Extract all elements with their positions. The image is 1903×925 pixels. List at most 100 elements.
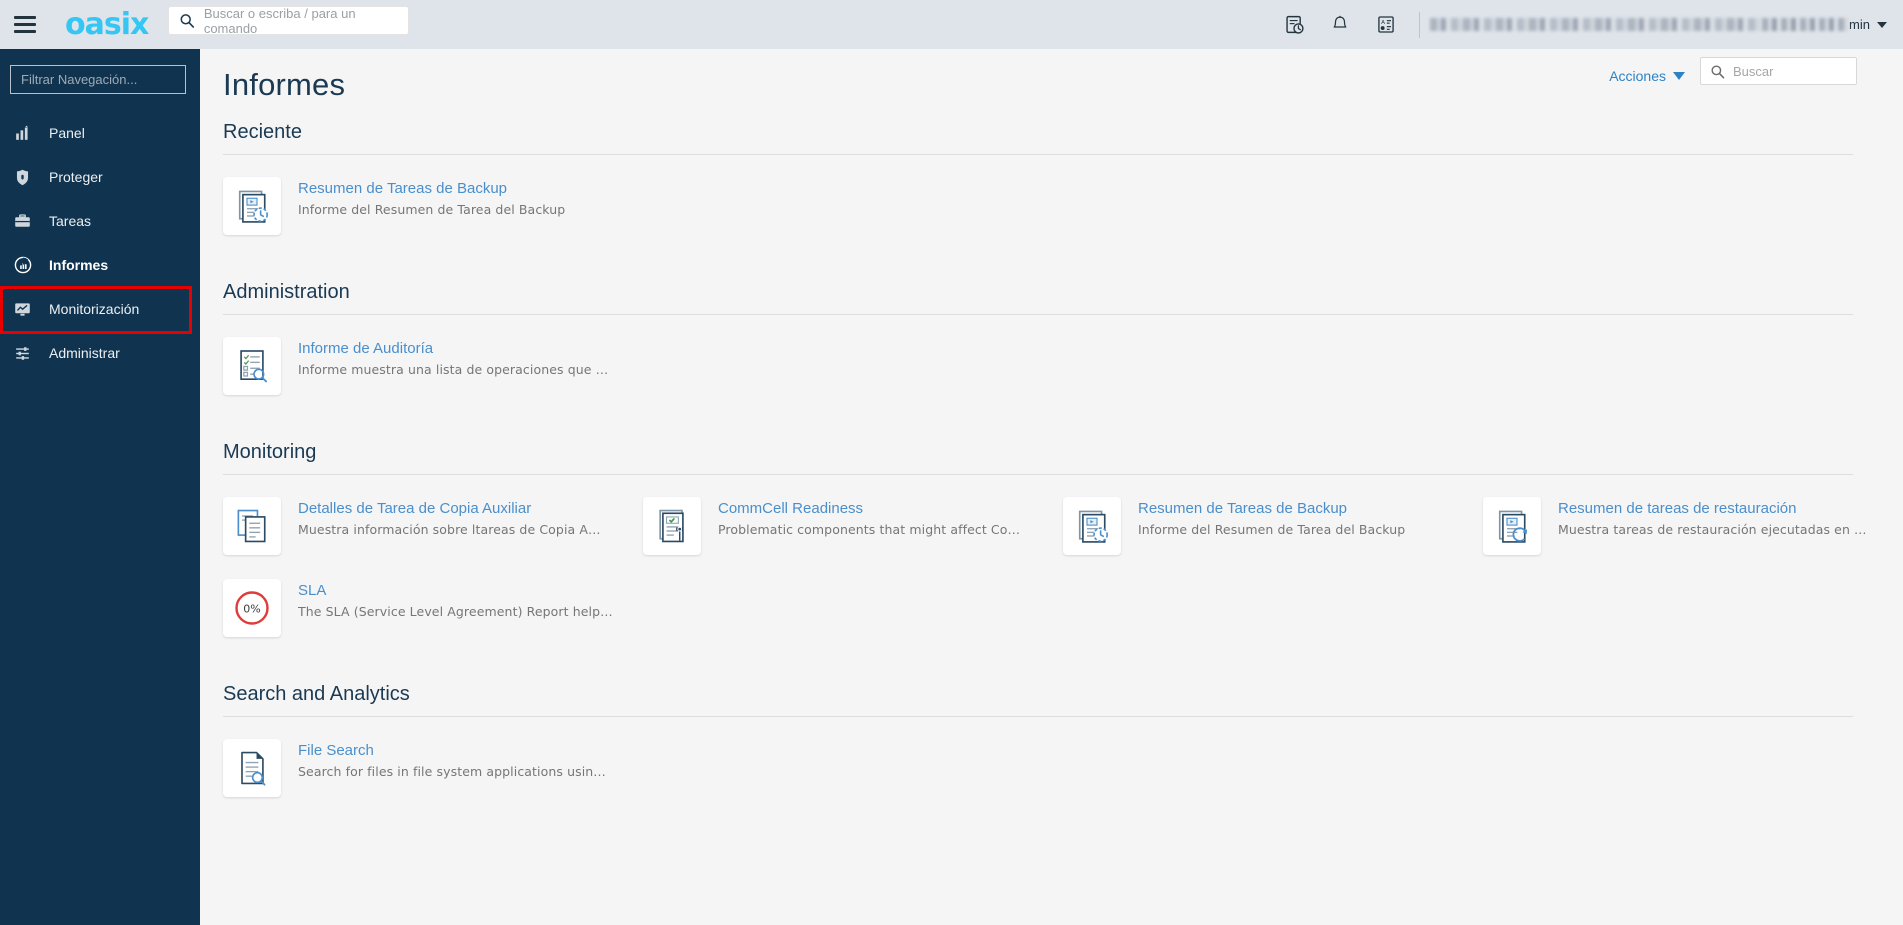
section-monitoring: Monitoring Detalles de Tarea de Copia Au…: [200, 441, 1903, 661]
hamburger-icon[interactable]: [0, 0, 50, 49]
bell-icon[interactable]: [1323, 8, 1357, 42]
app-header: oasix Buscar o escriba / para un comando: [0, 0, 1903, 49]
report-card-grid: Detalles de Tarea de Copia Auxiliar Mues…: [200, 475, 1903, 661]
sidebar-item-label: Informes: [49, 257, 109, 273]
page-header: Informes Acciones Buscar: [200, 49, 1903, 111]
report-card-body: Resumen de Tareas de Backup Informe del …: [1138, 497, 1405, 537]
section-search-analytics: Search and Analytics File Search Search …: [200, 683, 1903, 821]
actions-label: Acciones: [1609, 68, 1666, 84]
sla-percent-icon: 0%: [223, 579, 281, 637]
report-card[interactable]: File Search Search for files in file sys…: [223, 739, 643, 797]
report-card[interactable]: CommCell Readiness Problematic component…: [643, 497, 1063, 555]
scheduler-icon[interactable]: [1277, 8, 1311, 42]
sidebar-item-panel[interactable]: Panel: [0, 111, 200, 155]
report-card-desc: Muestra tareas de restauración ejecutada…: [1558, 521, 1867, 537]
report-card-desc: Problematic components that might affect…: [718, 521, 1021, 537]
report-card-body: Resumen de tareas de restauración Muestr…: [1558, 497, 1867, 537]
report-card[interactable]: Resumen de tareas de restauración Muestr…: [1483, 497, 1903, 555]
section-title: Reciente: [223, 121, 302, 143]
global-search-input[interactable]: Buscar o escriba / para un comando: [168, 5, 409, 36]
sidebar-item-administrar[interactable]: Administrar: [0, 331, 200, 375]
report-card-desc: Informe del Resumen de Tarea del Backup: [1138, 521, 1406, 537]
section-administration: Administration Informe de Auditoría Info…: [200, 281, 1903, 419]
main-content: Informes Acciones Buscar Reciente Resume…: [200, 49, 1903, 925]
chevron-down-icon: [1673, 72, 1685, 80]
report-chart-icon: [13, 255, 39, 275]
doc-search-icon: [223, 739, 281, 797]
reports-search-input[interactable]: Buscar: [1700, 57, 1857, 85]
report-card[interactable]: Detalles de Tarea de Copia Auxiliar Mues…: [223, 497, 643, 555]
doc-clock-icon: [1063, 497, 1121, 555]
report-card-body: CommCell Readiness Problematic component…: [718, 497, 1020, 537]
sidebar-item-label: Panel: [49, 125, 85, 141]
report-card[interactable]: 0% SLA The SLA (Service Level Agreement)…: [223, 579, 643, 637]
user-info-redacted: [1430, 18, 1761, 31]
search-icon: [1711, 64, 1725, 78]
nav-filter-placeholder: Filtrar Navegación...: [21, 72, 138, 87]
report-card-desc: Search for files in file system applicat…: [298, 763, 606, 779]
report-card-title[interactable]: Resumen de tareas de restauración: [1558, 500, 1867, 519]
shield-icon: [13, 168, 39, 187]
section-title: Administration: [223, 281, 350, 303]
sidebar-item-monitorizacion[interactable]: Monitorización: [0, 287, 200, 331]
doc-copy-icon: [223, 497, 281, 555]
search-icon: [180, 14, 195, 28]
report-card-body: Informe de Auditoría Informe muestra una…: [298, 337, 608, 377]
report-card-title[interactable]: Resumen de Tareas de Backup: [1138, 500, 1405, 519]
actions-dropdown[interactable]: Acciones: [1609, 68, 1685, 84]
report-card-grid: Informe de Auditoría Informe muestra una…: [200, 315, 1903, 419]
report-card-desc: Muestra información sobre ltareas de Cop…: [298, 521, 601, 537]
report-card-grid: File Search Search for files in file sys…: [200, 717, 1903, 821]
report-card-body: Detalles de Tarea de Copia Auxiliar Mues…: [298, 497, 601, 537]
page-title: Informes: [223, 67, 346, 102]
user-menu[interactable]: min: [1430, 17, 1903, 32]
tasks-list-icon[interactable]: A: [1369, 8, 1403, 42]
sidebar-item-label: Tareas: [49, 213, 92, 229]
app-logo[interactable]: oasix: [65, 9, 149, 40]
global-search-placeholder: Buscar o escriba / para un comando: [203, 5, 356, 36]
sidebar-nav-list: Panel Proteger Tareas Informes Monitoriz…: [0, 111, 200, 375]
sidebar-item-proteger[interactable]: Proteger: [0, 155, 200, 199]
sidebar-item-label: Proteger: [49, 169, 103, 185]
report-card-title[interactable]: Resumen de Tareas de Backup: [298, 180, 565, 199]
sidebar: Filtrar Navegación... Panel Proteger Tar…: [0, 49, 200, 925]
user-name-redacted: [1762, 18, 1849, 31]
section-title: Search and Analytics: [223, 683, 410, 705]
sidebar-item-informes[interactable]: Informes: [0, 243, 200, 287]
nav-filter-input[interactable]: Filtrar Navegación...: [10, 65, 186, 94]
session-timer-label: min: [1849, 17, 1870, 32]
report-card[interactable]: Informe de Auditoría Informe muestra una…: [223, 337, 643, 395]
section-reciente: Reciente Resumen de Tareas de Backup Inf…: [200, 121, 1903, 259]
doc-checklist-search-icon: [223, 337, 281, 395]
report-card-desc: Informe muestra una lista de operaciones…: [298, 361, 609, 377]
header-divider: [1419, 11, 1421, 38]
report-card-title[interactable]: CommCell Readiness: [718, 500, 1020, 519]
sidebar-item-label: Monitorización: [49, 301, 140, 317]
report-card-title[interactable]: Informe de Auditoría: [298, 340, 608, 359]
report-card-grid: Resumen de Tareas de Backup Informe del …: [200, 155, 1903, 259]
dashboard-icon: [13, 124, 39, 143]
report-card-body: Resumen de Tareas de Backup Informe del …: [298, 177, 565, 217]
sidebar-item-tareas[interactable]: Tareas: [0, 199, 200, 243]
sla-percent-value: 0%: [243, 603, 260, 616]
report-card[interactable]: Resumen de Tareas de Backup Informe del …: [1063, 497, 1483, 555]
chevron-down-icon[interactable]: [1877, 21, 1887, 28]
header-icon-group: A min: [1271, 0, 1903, 49]
doc-clock-icon: [223, 177, 281, 235]
briefcase-icon: [13, 212, 39, 231]
monitor-chart-icon: [13, 300, 39, 319]
doc-check-signal-icon: [643, 497, 701, 555]
report-card[interactable]: Resumen de Tareas de Backup Informe del …: [223, 177, 643, 235]
report-card-desc: Informe del Resumen de Tarea del Backup: [298, 201, 566, 217]
report-card-desc: The SLA (Service Level Agreement) Report…: [298, 603, 613, 619]
report-card-title[interactable]: Detalles de Tarea de Copia Auxiliar: [298, 500, 601, 519]
report-card-title[interactable]: File Search: [298, 742, 606, 761]
report-card-title[interactable]: SLA: [298, 582, 613, 601]
hamburger-bar: [14, 23, 36, 26]
doc-restore-icon: [1483, 497, 1541, 555]
svg-text:A: A: [1381, 20, 1385, 26]
sidebar-item-label: Administrar: [49, 345, 120, 361]
report-card-body: SLA The SLA (Service Level Agreement) Re…: [298, 579, 613, 619]
reports-search-placeholder: Buscar: [1733, 63, 1774, 79]
section-title: Monitoring: [223, 441, 317, 463]
